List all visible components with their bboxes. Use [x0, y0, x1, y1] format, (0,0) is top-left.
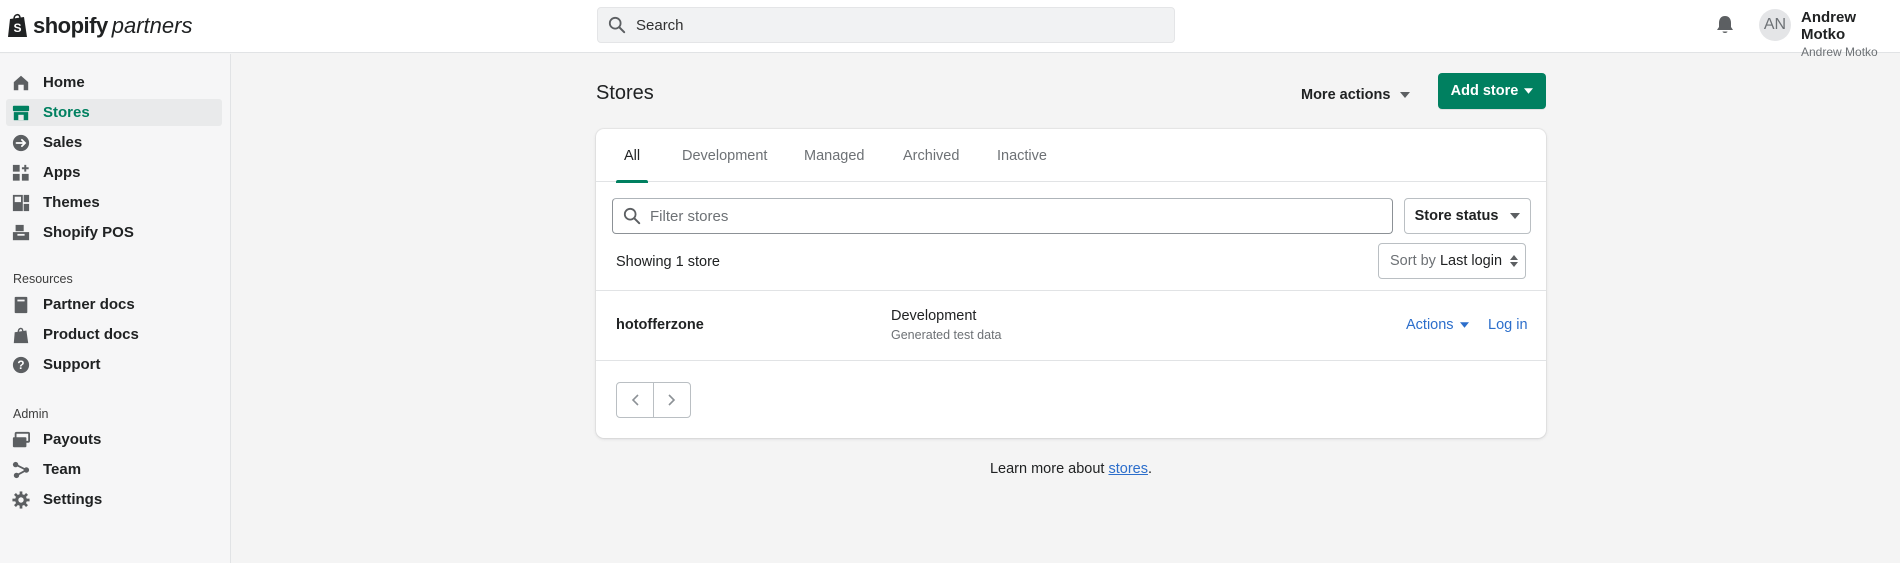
- user-menu[interactable]: Andrew Motko Andrew Motko: [1801, 9, 1900, 59]
- pos-icon: [11, 223, 31, 243]
- support-icon: ?: [11, 355, 31, 375]
- home-icon: [11, 73, 31, 93]
- chevron-left-icon: [631, 394, 639, 406]
- store-status-button[interactable]: Store status: [1404, 198, 1531, 234]
- notifications-bell-icon[interactable]: [1716, 15, 1734, 35]
- top-bar: S shopifypartners AN Andrew Motko Andrew…: [0, 0, 1900, 59]
- shopify-partners-logo[interactable]: S shopify partners: [7, 12, 192, 39]
- pagination: [616, 382, 691, 418]
- caret-down-icon: [1524, 88, 1534, 94]
- sidebar-item-sales[interactable]: Sales: [6, 129, 222, 156]
- results-count: Showing 1 store: [616, 254, 720, 270]
- add-store-label: Add store: [1450, 83, 1519, 99]
- caret-down-icon: [1459, 322, 1469, 328]
- sidebar-item-label: Shopify POS: [43, 224, 134, 241]
- store-name[interactable]: hotofferzone: [616, 317, 704, 333]
- row-actions-label: Actions: [1406, 317, 1454, 333]
- store-tabs: All Development Managed Archived Inactiv…: [596, 129, 1546, 183]
- settings-icon: [11, 490, 31, 510]
- sidebar-item-product-docs[interactable]: Product docs: [6, 321, 222, 348]
- product-docs-icon: [11, 325, 31, 345]
- sidebar-item-label: Partner docs: [43, 296, 135, 313]
- sales-icon: [11, 133, 31, 153]
- logo-text: shopify partners: [33, 12, 193, 38]
- filter-stores-field[interactable]: [612, 198, 1393, 234]
- learn-more-suffix: .: [1147, 461, 1153, 477]
- sidebar: Home Stores Sales Apps Themes Shopify PO…: [0, 54, 231, 563]
- sidebar-item-partner-docs[interactable]: Partner docs: [6, 291, 222, 318]
- sidebar-item-home[interactable]: Home: [6, 69, 222, 96]
- search-icon: [623, 207, 641, 225]
- sidebar-item-settings[interactable]: Settings: [6, 486, 222, 513]
- svg-text:?: ?: [17, 359, 24, 372]
- sidebar-item-label: Team: [43, 461, 82, 478]
- tab-all[interactable]: All: [615, 129, 649, 183]
- themes-icon: [11, 193, 31, 213]
- global-search[interactable]: [597, 7, 1175, 43]
- select-arrows-icon: [1510, 255, 1519, 267]
- user-name: Andrew Motko: [1801, 9, 1857, 43]
- filter-stores-input[interactable]: [650, 207, 1350, 225]
- sidebar-item-label: Support: [43, 356, 101, 373]
- sidebar-item-label: Home: [43, 74, 85, 91]
- sidebar-item-label: Sales: [43, 134, 83, 151]
- more-actions-label: More actions: [1301, 87, 1391, 103]
- shopify-bag-icon: S: [8, 13, 27, 37]
- stores-help-link[interactable]: stores: [1108, 461, 1148, 477]
- user-subname: Andrew Motko: [1801, 45, 1878, 59]
- tab-development[interactable]: Development: [682, 129, 767, 182]
- tab-inactive[interactable]: Inactive: [997, 129, 1047, 182]
- sort-value: Last login: [1439, 253, 1503, 269]
- sidebar-item-stores[interactable]: Stores: [6, 99, 222, 126]
- apps-icon: [11, 163, 31, 183]
- resources-section-title: Resources: [13, 272, 73, 286]
- table-row[interactable]: hotofferzone Development Generated test …: [596, 291, 1546, 361]
- stores-card: All Development Managed Archived Inactiv…: [596, 129, 1546, 438]
- store-status-label: Store status: [1414, 208, 1499, 224]
- partner-docs-icon: [11, 295, 31, 315]
- sidebar-item-shopify-pos[interactable]: Shopify POS: [6, 219, 222, 246]
- sort-label: Sort by: [1390, 253, 1436, 269]
- add-store-button[interactable]: Add store: [1438, 73, 1546, 109]
- store-icon: [11, 103, 31, 123]
- search-icon: [608, 16, 626, 34]
- tab-managed[interactable]: Managed: [804, 129, 864, 182]
- sidebar-item-label: Themes: [43, 194, 100, 211]
- tab-archived[interactable]: Archived: [903, 129, 959, 182]
- sidebar-item-support[interactable]: ? Support: [6, 351, 222, 378]
- sidebar-item-themes[interactable]: Themes: [6, 189, 222, 216]
- sidebar-item-label: Stores: [43, 104, 90, 121]
- sidebar-item-team[interactable]: Team: [6, 456, 222, 483]
- sidebar-item-label: Payouts: [43, 431, 102, 448]
- chevron-right-icon: [668, 394, 676, 406]
- admin-section-title: Admin: [13, 407, 49, 421]
- sidebar-item-label: Settings: [43, 491, 103, 508]
- caret-down-icon: [1400, 92, 1411, 98]
- store-subtitle: Generated test data: [891, 328, 1002, 342]
- previous-page-button[interactable]: [616, 382, 654, 418]
- page-title: Stores: [596, 82, 654, 104]
- store-type: Development: [891, 308, 977, 324]
- log-in-link[interactable]: Log in: [1488, 317, 1528, 333]
- search-input[interactable]: [636, 16, 1136, 34]
- sidebar-item-apps[interactable]: Apps: [6, 159, 222, 186]
- next-page-button[interactable]: [653, 382, 691, 418]
- caret-down-icon: [1510, 213, 1521, 219]
- more-actions-button[interactable]: More actions: [1301, 79, 1411, 111]
- svg-text:S: S: [13, 21, 21, 35]
- avatar[interactable]: AN: [1759, 9, 1791, 41]
- sort-select[interactable]: Sort by Last login: [1378, 243, 1526, 279]
- learn-more-note: Learn more about stores.: [596, 461, 1546, 477]
- payouts-icon: [11, 430, 31, 450]
- learn-more-prefix: Learn more about: [989, 461, 1109, 477]
- sidebar-item-payouts[interactable]: Payouts: [6, 426, 222, 453]
- sidebar-item-label: Apps: [43, 164, 81, 181]
- sidebar-item-label: Product docs: [43, 326, 139, 343]
- row-actions-button[interactable]: Actions: [1406, 317, 1469, 333]
- team-icon: [11, 460, 31, 480]
